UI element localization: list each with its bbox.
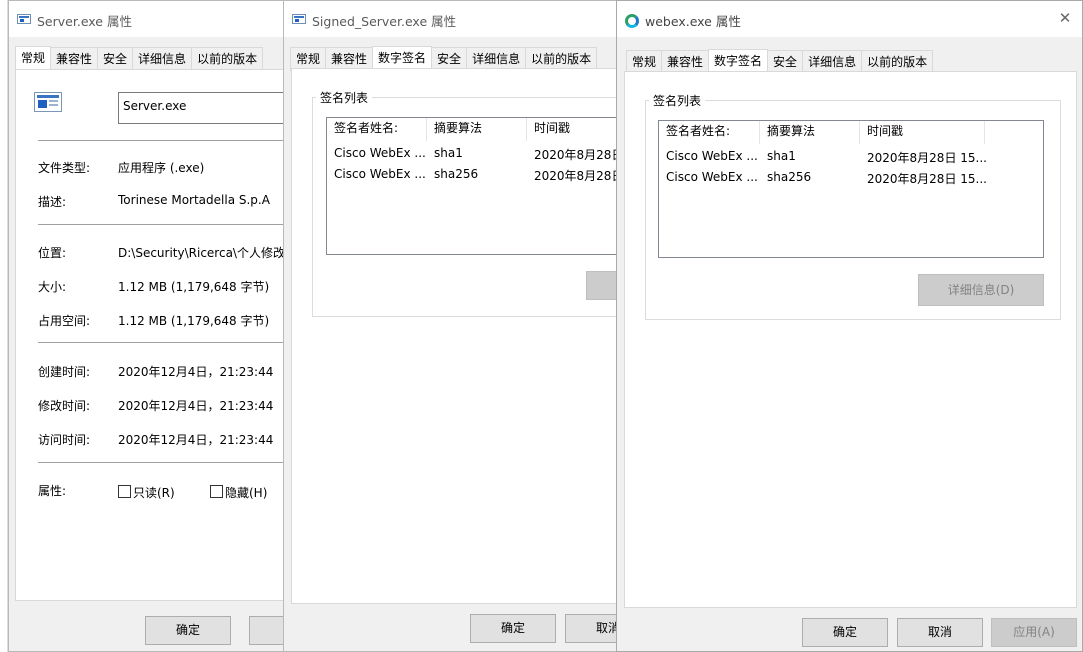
title-bar[interactable]: webex.exe 属性 ✕ <box>617 1 1082 37</box>
cancel-button[interactable]: 取消 <box>897 618 983 647</box>
separator <box>38 140 297 141</box>
digest-cell[interactable]: sha1 <box>427 146 527 160</box>
separator <box>38 462 297 463</box>
ok-button[interactable]: 确定 <box>802 618 888 647</box>
digital-signatures-panel: 签名列表 签名者姓名: 摘要算法 时间戳 Cisco WebEx ... sha… <box>624 71 1077 608</box>
modified-label: 修改时间: <box>38 399 91 413</box>
size-on-disk-label: 占用空间: <box>38 314 91 328</box>
list-header: 签名者姓名: 摘要算法 时间戳 <box>327 118 622 141</box>
accessed-value: 2020年12月4日，21:23:44 <box>118 433 274 447</box>
hidden-checkbox[interactable] <box>210 485 223 498</box>
signed-server-properties-window: Signed_Server.exe 属性 常规 兼容性 数字签名 安全 详细信息 以前的版… <box>283 0 623 652</box>
created-label: 创建时间: <box>38 365 91 379</box>
tab-details[interactable]: 详细信息 <box>132 47 193 71</box>
column-signer-name[interactable]: 签名者姓名: <box>659 121 760 144</box>
accessed-label: 访问时间: <box>38 433 91 447</box>
created-value: 2020年12月4日，21:23:44 <box>118 365 274 379</box>
timestamp-cell[interactable]: 2020年8月28日 15... <box>860 149 1000 166</box>
column-digest-algorithm[interactable]: 摘要算法 <box>760 121 860 144</box>
tab-compatibility[interactable]: 兼容性 <box>50 47 99 71</box>
column-digest-algorithm[interactable]: 摘要算法 <box>427 118 527 141</box>
signature-list[interactable]: 签名者姓名: 摘要算法 时间戳 Cisco WebEx ... sha1 202… <box>658 120 1044 258</box>
window-title: webex.exe 属性 <box>645 14 741 29</box>
description-value: Torinese Mortadella S.p.A <box>118 193 270 207</box>
signer-name-cell[interactable]: Cisco WebEx ... <box>659 170 760 184</box>
server-properties-window: Server.exe 属性 常规 兼容性 安全 详细信息 以前的版本 Server.ex… <box>8 0 298 652</box>
cancel-button[interactable]: 取消 <box>565 614 622 643</box>
column-timestamp[interactable]: 时间戳 <box>860 121 985 144</box>
timestamp-cell[interactable]: 2020年8月28日 <box>527 146 622 163</box>
digest-cell[interactable]: sha256 <box>427 167 527 181</box>
file-type-value: 应用程序 (.exe) <box>118 161 205 175</box>
signature-list[interactable]: 签名者姓名: 摘要算法 时间戳 Cisco WebEx ... sha1 202… <box>326 117 622 255</box>
tab-previous-versions[interactable]: 以前的版本 <box>191 47 264 71</box>
ok-button[interactable]: 确定 <box>470 614 556 643</box>
tab-strip: 常规 兼容性 安全 详细信息 以前的版本 <box>15 45 264 72</box>
hidden-label[interactable]: 隐藏(H) <box>225 484 267 501</box>
signer-name-cell[interactable]: Cisco WebEx ... <box>327 146 427 160</box>
size-value: 1.12 MB (1,179,648 字节) <box>118 280 270 294</box>
webex-properties-window: webex.exe 属性 ✕ 常规 兼容性 数字签名 安全 详细信息 以前的版本 签名列表… <box>616 0 1083 652</box>
exe-file-icon <box>34 92 62 112</box>
size-on-disk-value: 1.12 MB (1,179,648 字节) <box>118 314 270 328</box>
timestamp-cell[interactable]: 2020年8月28日 15... <box>860 170 1000 187</box>
separator <box>38 224 297 225</box>
tab-strip: 常规 兼容性 数字签名 安全 详细信息 以前的版本 <box>290 45 598 72</box>
window-app-icon <box>292 14 306 24</box>
digest-cell[interactable]: sha256 <box>760 170 860 184</box>
separator <box>38 342 297 343</box>
window-title: Server.exe 属性 <box>37 14 132 29</box>
signature-list-title: 签名列表 <box>316 89 373 106</box>
signature-list-title: 签名列表 <box>649 92 706 109</box>
column-timestamp[interactable]: 时间戳 <box>527 118 622 141</box>
location-value: D:\Security\Ricerca\个人修改\ <box>118 246 290 260</box>
readonly-label[interactable]: 只读(R) <box>133 484 175 501</box>
desktop-background <box>0 0 8 652</box>
digital-signatures-panel: 签名列表 签名者姓名: 摘要算法 时间戳 Cisco WebEx ... sha… <box>291 68 622 604</box>
filename-input[interactable]: Server.exe <box>118 92 297 124</box>
size-label: 大小: <box>38 280 67 294</box>
tab-strip: 常规 兼容性 数字签名 安全 详细信息 以前的版本 <box>626 48 934 75</box>
close-icon[interactable]: ✕ <box>1058 11 1072 26</box>
details-button[interactable]: 详细信息(D) <box>918 274 1044 306</box>
readonly-checkbox[interactable] <box>118 485 131 498</box>
timestamp-cell[interactable]: 2020年8月28日 <box>527 167 622 184</box>
list-header: 签名者姓名: 摘要算法 时间戳 <box>659 121 1043 144</box>
apply-button[interactable]: 应用(A) <box>991 618 1077 647</box>
file-type-label: 文件类型: <box>38 161 91 175</box>
modified-value: 2020年12月4日，21:23:44 <box>118 399 274 413</box>
webex-app-icon <box>625 14 639 28</box>
tab-security[interactable]: 安全 <box>97 47 134 71</box>
attributes-label: 属性: <box>38 484 67 498</box>
signer-name-cell[interactable]: Cisco WebEx ... <box>659 149 760 163</box>
window-app-icon <box>17 14 31 24</box>
description-label: 描述: <box>38 195 67 209</box>
digest-cell[interactable]: sha1 <box>760 149 860 163</box>
signer-name-cell[interactable]: Cisco WebEx ... <box>327 167 427 181</box>
window-title: Signed_Server.exe 属性 <box>312 14 457 29</box>
title-bar[interactable]: Signed_Server.exe 属性 <box>284 1 622 37</box>
location-label: 位置: <box>38 246 67 260</box>
column-signer-name[interactable]: 签名者姓名: <box>327 118 427 141</box>
title-bar[interactable]: Server.exe 属性 <box>9 1 297 37</box>
general-panel: Server.exe 文件类型: 应用程序 (.exe) 描述: Torines… <box>15 69 297 601</box>
ok-button[interactable]: 确定 <box>145 616 231 645</box>
